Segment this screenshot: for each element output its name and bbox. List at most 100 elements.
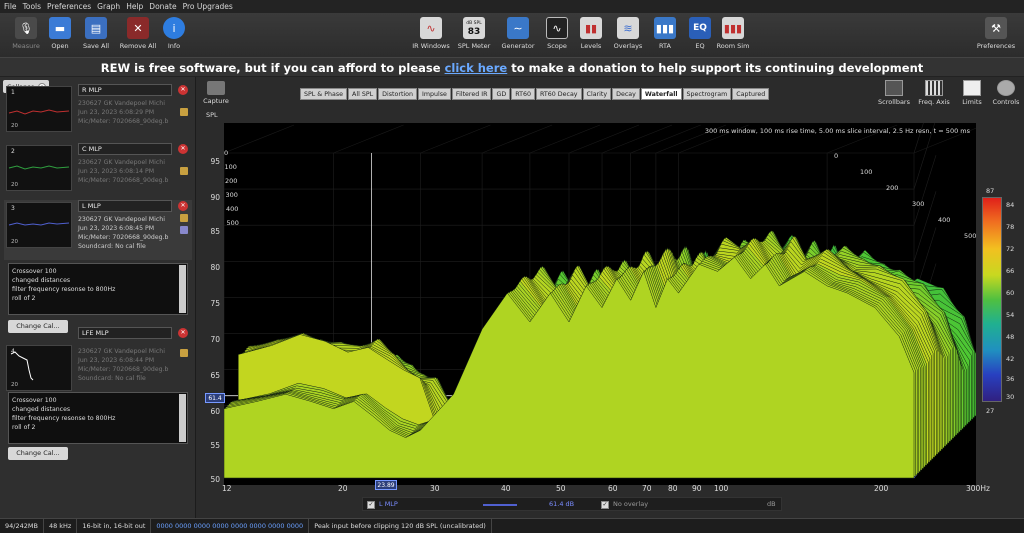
tab-gd[interactable]: GD bbox=[492, 88, 511, 100]
notes-scrollbar[interactable] bbox=[179, 265, 186, 313]
delete-measurement-icon[interactable]: ✕ bbox=[178, 85, 188, 95]
donate-text-prefix: REW is free software, but if you can aff… bbox=[100, 61, 445, 75]
notes-scrollbar[interactable] bbox=[179, 394, 186, 442]
waterfall-svg: 0 0 100 100 200 200 300 300 400 400 500 500 bbox=[224, 123, 976, 479]
tab-spectrogram[interactable]: Spectrogram bbox=[682, 88, 732, 100]
info-button[interactable]: i Info bbox=[148, 17, 200, 50]
capture-button[interactable]: Capture bbox=[202, 81, 230, 105]
time-tick-label: 300 bbox=[912, 200, 924, 208]
measurement-notes[interactable]: Crossover 100 changed distances filter f… bbox=[8, 392, 188, 444]
time-tick-label: 200 bbox=[225, 177, 237, 185]
measurement-info-line: Jun 23, 2023 6:08:29 PM bbox=[78, 109, 155, 116]
measurement-info: 230627 GK Vandepoel Michi Jun 23, 2023 6… bbox=[78, 215, 178, 251]
controls-button[interactable]: Controls bbox=[988, 80, 1024, 106]
measurement-item[interactable]: 2 20 C MLP ✕ 230627 GK Vandepoel Michi J… bbox=[4, 143, 192, 203]
info-label: Info bbox=[167, 42, 181, 50]
tab-rt60[interactable]: RT60 bbox=[511, 88, 535, 100]
time-tick-label: 500 bbox=[964, 232, 976, 240]
measurement-name-field[interactable]: LFE MLP bbox=[78, 327, 172, 339]
freq-axis-button[interactable]: Freq. Axis bbox=[916, 80, 952, 106]
notes-line: changed distances bbox=[12, 277, 71, 284]
measurement-thumbnail: 1 20 bbox=[6, 86, 72, 132]
legend-unit: dB bbox=[767, 500, 776, 508]
y-tick-label: 90 bbox=[210, 193, 220, 202]
limits-label: Limits bbox=[962, 98, 982, 106]
menu-graph[interactable]: Graph bbox=[97, 2, 120, 11]
tab-waterfall[interactable]: Waterfall bbox=[640, 88, 682, 100]
y-tick-label: 60 bbox=[210, 407, 220, 416]
edit-icon[interactable] bbox=[180, 108, 188, 116]
menu-tools[interactable]: Tools bbox=[23, 2, 41, 11]
tab-all-spl[interactable]: All SPL bbox=[348, 88, 378, 100]
scrollbars-button[interactable]: Scrollbars bbox=[876, 80, 912, 106]
legend-checkbox[interactable]: ✓ bbox=[367, 501, 375, 509]
x-tick-label: 20 bbox=[338, 484, 348, 493]
overlay-checkbox[interactable]: ✓ bbox=[601, 501, 609, 509]
menu-file[interactable]: File bbox=[4, 2, 17, 11]
measurement-name-field[interactable]: L MLP bbox=[78, 200, 172, 212]
rew-window: { "menu": ["File", "Tools", "Preferences… bbox=[0, 0, 1024, 533]
waterfall-plot[interactable]: 0 0 100 100 200 200 300 300 400 400 500 500 300 ms … bbox=[224, 123, 976, 485]
measurement-notes[interactable]: Crossover 100 changed distances filter f… bbox=[8, 263, 188, 315]
change-cal-button[interactable]: Change Cal... bbox=[8, 447, 68, 460]
overlay-label: No overlay bbox=[613, 500, 649, 508]
menu-bar: File Tools Preferences Graph Help Donate… bbox=[0, 0, 1024, 13]
measurement-item-selected[interactable]: 3 20 L MLP ✕ 230627 GK Vandepoel Michi J… bbox=[4, 200, 192, 260]
limits-button[interactable]: Limits bbox=[954, 80, 990, 106]
time-tick-label: 300 bbox=[226, 191, 238, 199]
graph-tabs: SPL & Phase All SPL Distortion Impulse F… bbox=[300, 88, 770, 100]
time-tick-label: 200 bbox=[886, 184, 898, 192]
edit-icon[interactable] bbox=[180, 214, 188, 222]
notes-line: filter frequency resonse to 800Hz bbox=[12, 286, 116, 293]
tab-decay[interactable]: Decay bbox=[612, 88, 640, 100]
delete-measurement-icon[interactable]: ✕ bbox=[178, 144, 188, 154]
colorbar-label: 84 bbox=[1006, 201, 1015, 209]
edit-icon[interactable] bbox=[180, 349, 188, 357]
scrollbars-icon bbox=[885, 80, 903, 96]
thumbnail-axis-label: 20 bbox=[11, 182, 18, 188]
measurement-name-field[interactable]: C MLP bbox=[78, 143, 172, 155]
tab-impulse[interactable]: Impulse bbox=[418, 88, 451, 100]
delete-measurement-icon[interactable]: ✕ bbox=[178, 201, 188, 211]
delete-measurement-icon[interactable]: ✕ bbox=[178, 328, 188, 338]
sample-rate: 48 kHz bbox=[44, 518, 78, 533]
ir-windows-icon: ∿ bbox=[420, 17, 442, 39]
time-tick-label: 100 bbox=[225, 163, 237, 171]
tab-distortion[interactable]: Distortion bbox=[378, 88, 418, 100]
donate-link[interactable]: click here bbox=[445, 61, 508, 75]
menu-help[interactable]: Help bbox=[126, 2, 143, 11]
x-tick-label: 40 bbox=[501, 484, 511, 493]
pen-icon[interactable] bbox=[180, 226, 188, 234]
measurement-thumbnail: 4 20 bbox=[6, 345, 72, 391]
preferences-button[interactable]: ⚒ Preferences bbox=[970, 17, 1022, 50]
x-tick-label: 50 bbox=[556, 484, 566, 493]
info-icon: i bbox=[163, 17, 185, 39]
donate-text-suffix: to make a donation to help support its c… bbox=[507, 61, 924, 75]
x-tick-label: 300Hz bbox=[966, 484, 990, 493]
colorbar-label: 60 bbox=[1006, 289, 1015, 297]
measurement-item[interactable]: 4 20 LFE MLP ✕ 230627 GK Vandepoel Michi… bbox=[4, 327, 192, 391]
measurement-name-field[interactable]: R MLP bbox=[78, 84, 172, 96]
capture-label: Capture bbox=[203, 97, 229, 105]
measurement-item[interactable]: 1 20 R MLP ✕ 230627 GK Vandepoel Michi J… bbox=[4, 84, 192, 144]
measurement-thumbnail: 2 20 bbox=[6, 145, 72, 191]
menu-donate[interactable]: Donate bbox=[149, 2, 176, 11]
tab-captured[interactable]: Captured bbox=[732, 88, 770, 100]
limits-icon bbox=[963, 80, 981, 96]
grid-line bbox=[601, 124, 673, 154]
room-sim-button[interactable]: ▮▮▮ Room Sim bbox=[707, 17, 759, 50]
freq-axis-icon bbox=[925, 80, 943, 96]
tab-clarity[interactable]: Clarity bbox=[582, 88, 612, 100]
tab-rt60-decay[interactable]: RT60 Decay bbox=[535, 88, 582, 100]
menu-preferences[interactable]: Preferences bbox=[47, 2, 91, 11]
graph-panel: Capture SPL SPL & Phase All SPL Distorti… bbox=[196, 77, 1024, 518]
menu-pro-upgrades[interactable]: Pro Upgrades bbox=[183, 2, 233, 11]
x-tick-label: 100 bbox=[714, 484, 729, 493]
measurement-info-line: Soundcard: No cal file bbox=[78, 375, 146, 382]
folder-icon: ▬ bbox=[49, 17, 71, 39]
notes-line: roll of 2 bbox=[12, 424, 36, 431]
edit-icon[interactable] bbox=[180, 167, 188, 175]
tab-filtered-ir[interactable]: Filtered IR bbox=[451, 88, 492, 100]
measurement-info-line: Mic/Meter: 7020668_90deg.b bbox=[78, 177, 169, 184]
tab-spl-phase[interactable]: SPL & Phase bbox=[300, 88, 348, 100]
